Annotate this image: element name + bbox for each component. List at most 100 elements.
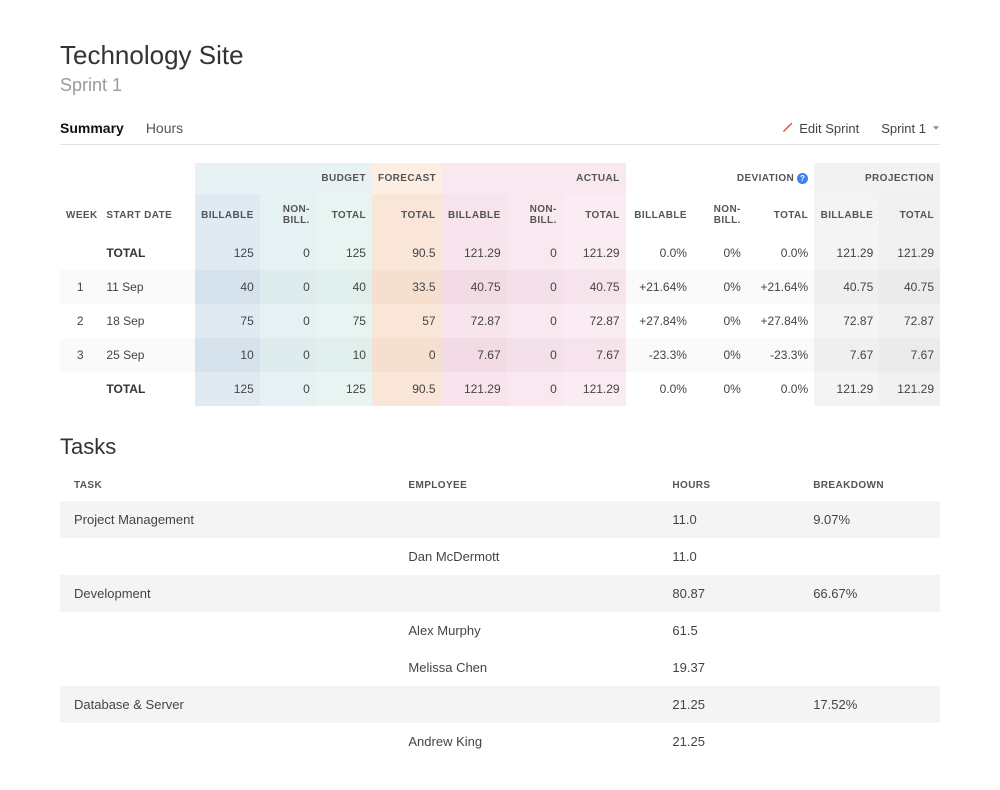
cell-actual-billable: 40.75	[442, 270, 507, 304]
cell-actual-nonbill: 0	[507, 304, 563, 338]
col-forecast-total: TOTAL	[372, 194, 442, 236]
cell-breakdown: 9.07%	[799, 501, 940, 538]
cell-task: Database & Server	[60, 686, 394, 723]
sprint-selector[interactable]: Sprint 1	[881, 121, 940, 136]
cell-dev-nonbill: 0%	[693, 372, 747, 406]
help-icon[interactable]: ?	[797, 173, 808, 184]
col-budget-billable: BILLABLE	[195, 194, 260, 236]
tab-summary[interactable]: Summary	[60, 120, 124, 136]
col-start-date: START DATE	[100, 194, 194, 236]
cell-budget-billable: 40	[195, 270, 260, 304]
cell-budget-billable: 75	[195, 304, 260, 338]
cell-actual-nonbill: 0	[507, 338, 563, 372]
cell-breakdown	[799, 612, 940, 649]
col-proj-total: TOTAL	[879, 194, 940, 236]
task-employee-row: Andrew King21.25	[60, 723, 940, 760]
cell-actual-nonbill: 0	[507, 372, 563, 406]
cell-actual-billable: 121.29	[442, 372, 507, 406]
cell-dev-billable: -23.3%	[626, 338, 693, 372]
edit-sprint-button[interactable]: Edit Sprint	[781, 121, 859, 136]
cell-dev-nonbill: 0%	[693, 236, 747, 270]
cell-start-date: TOTAL	[100, 372, 194, 406]
cell-week: 1	[60, 270, 100, 304]
cell-proj-billable: 72.87	[814, 304, 879, 338]
table-row: 218 Sep750755772.87072.87+27.84%0%+27.84…	[60, 304, 940, 338]
cell-task	[60, 612, 394, 649]
cell-budget-total: 125	[316, 372, 372, 406]
cell-breakdown: 17.52%	[799, 686, 940, 723]
cell-actual-nonbill: 0	[507, 270, 563, 304]
cell-breakdown	[799, 649, 940, 686]
cell-proj-billable: 40.75	[814, 270, 879, 304]
cell-start-date: 11 Sep	[100, 270, 194, 304]
hours-table: BUDGET FORECAST ACTUAL DEVIATION? PROJEC…	[60, 163, 940, 406]
cell-budget-nonbill: 0	[260, 304, 316, 338]
chevron-down-icon	[932, 124, 940, 132]
table-row: 325 Sep1001007.6707.67-23.3%0%-23.3%7.67…	[60, 338, 940, 372]
cell-week: 3	[60, 338, 100, 372]
cell-proj-billable: 121.29	[814, 236, 879, 270]
sprint-selector-label: Sprint 1	[881, 121, 926, 136]
task-group-row: Development80.8766.67%	[60, 575, 940, 612]
col-dev-billable: BILLABLE	[626, 194, 693, 236]
cell-dev-nonbill: 0%	[693, 270, 747, 304]
cell-hours: 80.87	[658, 575, 799, 612]
cell-dev-total: +21.64%	[747, 270, 814, 304]
cell-budget-nonbill: 0	[260, 338, 316, 372]
cell-dev-nonbill: 0%	[693, 338, 747, 372]
cell-employee: Dan McDermott	[394, 538, 658, 575]
cell-forecast-total: 0	[372, 338, 442, 372]
col-week: WEEK	[60, 194, 100, 236]
pencil-icon	[781, 122, 793, 134]
col-proj-billable: BILLABLE	[814, 194, 879, 236]
cell-actual-billable: 121.29	[442, 236, 507, 270]
cell-actual-total: 72.87	[563, 304, 626, 338]
cell-breakdown	[799, 538, 940, 575]
cell-budget-billable: 125	[195, 236, 260, 270]
col-actual-total: TOTAL	[563, 194, 626, 236]
cell-dev-total: 0.0%	[747, 372, 814, 406]
page-subtitle: Sprint 1	[60, 75, 940, 96]
cell-employee: Melissa Chen	[394, 649, 658, 686]
group-forecast: FORECAST	[372, 163, 442, 194]
col-actual-billable: BILLABLE	[442, 194, 507, 236]
cell-hours: 19.37	[658, 649, 799, 686]
cell-dev-billable: 0.0%	[626, 372, 693, 406]
cell-week	[60, 372, 100, 406]
cell-budget-total: 10	[316, 338, 372, 372]
cell-employee	[394, 686, 658, 723]
cell-dev-nonbill: 0%	[693, 304, 747, 338]
table-row: TOTAL125012590.5121.290121.290.0%0%0.0%1…	[60, 236, 940, 270]
cell-budget-total: 125	[316, 236, 372, 270]
group-actual: ACTUAL	[442, 163, 626, 194]
cell-dev-billable: 0.0%	[626, 236, 693, 270]
cell-task: Development	[60, 575, 394, 612]
cell-actual-billable: 7.67	[442, 338, 507, 372]
cell-forecast-total: 90.5	[372, 372, 442, 406]
table-row: 111 Sep4004033.540.75040.75+21.64%0%+21.…	[60, 270, 940, 304]
cell-proj-total: 40.75	[879, 270, 940, 304]
cell-start-date: TOTAL	[100, 236, 194, 270]
cell-proj-total: 121.29	[879, 236, 940, 270]
tab-hours[interactable]: Hours	[146, 120, 183, 136]
cell-forecast-total: 33.5	[372, 270, 442, 304]
cell-proj-total: 121.29	[879, 372, 940, 406]
cell-actual-total: 121.29	[563, 236, 626, 270]
cell-budget-billable: 125	[195, 372, 260, 406]
cell-proj-total: 7.67	[879, 338, 940, 372]
page-title: Technology Site	[60, 40, 940, 71]
col-budget-nonbill: NON-BILL.	[260, 194, 316, 236]
col-dev-nonbill: NON-BILL.	[693, 194, 747, 236]
topbar: Summary Hours Edit Sprint Sprint 1	[60, 120, 940, 145]
task-group-row: Project Management11.09.07%	[60, 501, 940, 538]
table-row: TOTAL125012590.5121.290121.290.0%0%0.0%1…	[60, 372, 940, 406]
group-budget: BUDGET	[195, 163, 372, 194]
cell-dev-billable: +27.84%	[626, 304, 693, 338]
edit-sprint-label: Edit Sprint	[799, 121, 859, 136]
cell-task	[60, 649, 394, 686]
col-dev-total: TOTAL	[747, 194, 814, 236]
cell-budget-total: 40	[316, 270, 372, 304]
cell-employee: Andrew King	[394, 723, 658, 760]
task-employee-row: Alex Murphy61.5	[60, 612, 940, 649]
cell-employee	[394, 575, 658, 612]
